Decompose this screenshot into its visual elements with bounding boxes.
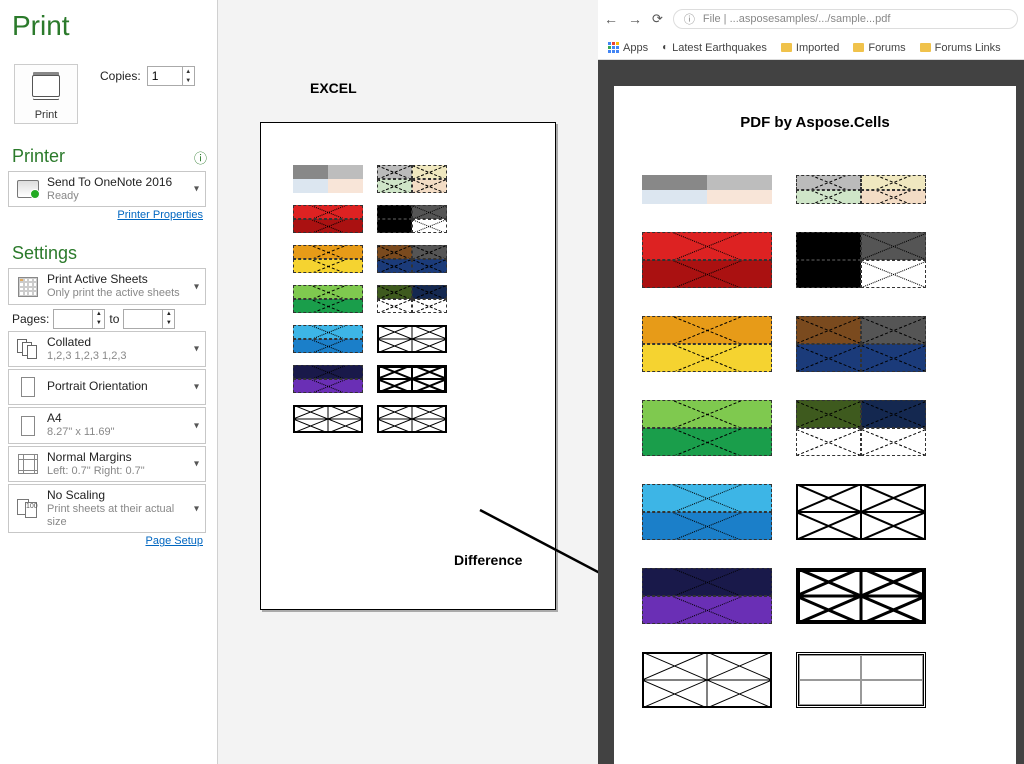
swatch <box>377 205 447 233</box>
swatch <box>642 568 772 624</box>
swatch <box>642 175 772 204</box>
swatch <box>796 400 926 456</box>
swatch <box>293 405 363 433</box>
no-scaling-icon: 100 <box>17 499 39 519</box>
collate-icon <box>17 339 39 359</box>
swatch <box>642 652 772 708</box>
print-preview-area: EXCEL <box>218 0 598 764</box>
portrait-icon <box>21 377 35 397</box>
settings-section-head: Settings <box>12 243 209 264</box>
print-backstage-panel: Print Print Copies: ▲▼ Printer ⓘ Send To… <box>0 0 218 764</box>
swatch <box>293 325 363 353</box>
preview-page <box>260 122 556 610</box>
swatch <box>377 405 447 433</box>
swatch <box>377 325 447 353</box>
difference-label: Difference <box>454 552 522 568</box>
copies-stepper[interactable]: ▲▼ <box>147 66 195 86</box>
swatch-difference <box>796 652 926 708</box>
copies-label: Copies: <box>100 69 141 83</box>
pdf-viewer-page: PDF by Aspose.Cells <box>614 86 1016 764</box>
margins-select[interactable]: Normal MarginsLeft: 0.7" Right: 0.7" <box>8 446 206 482</box>
url-bar[interactable]: ⓘFile | ...asposesamples/.../sample...pd… <box>673 9 1018 29</box>
swatch <box>796 232 926 288</box>
swatch <box>796 175 926 204</box>
swatch <box>377 285 447 313</box>
browser-toolbar: ← → ⟳ ⓘFile | ...asposesamples/.../sampl… <box>598 0 1024 38</box>
swatch <box>293 365 363 393</box>
print-what-select[interactable]: Print Active SheetsOnly print the active… <box>8 268 206 304</box>
bookmark-item[interactable]: ◐Latest Earthquakes <box>662 42 767 54</box>
browser-window: ← → ⟳ ⓘFile | ...asposesamples/.../sampl… <box>598 0 1024 764</box>
copies-input[interactable] <box>148 67 182 85</box>
pdf-title: PDF by Aspose.Cells <box>642 114 988 131</box>
reload-button[interactable]: ⟳ <box>652 11 663 27</box>
scaling-select[interactable]: 100 No ScalingPrint sheets at their actu… <box>8 484 206 533</box>
pages-from-stepper[interactable]: ▲▼ <box>53 309 105 329</box>
collate-select[interactable]: Collated1,2,3 1,2,3 1,2,3 <box>8 331 206 367</box>
swatch <box>796 484 926 540</box>
forward-button[interactable]: → <box>628 11 642 27</box>
swatch <box>377 165 447 193</box>
swatch <box>642 484 772 540</box>
sheets-icon <box>18 277 38 297</box>
swatch <box>796 568 926 624</box>
bookmark-item[interactable]: Imported <box>781 42 839 54</box>
printer-section-head: Printer ⓘ <box>12 146 209 167</box>
margins-icon <box>18 454 38 474</box>
swatch <box>642 316 772 372</box>
pages-to-stepper[interactable]: ▲▼ <box>123 309 175 329</box>
swatch <box>293 205 363 233</box>
bookmark-item[interactable]: Forums <box>853 42 905 54</box>
swatch <box>293 285 363 313</box>
swatch <box>293 165 363 193</box>
excel-label: EXCEL <box>310 80 357 96</box>
pages-label: Pages: <box>12 312 49 326</box>
page-setup-link[interactable]: Page Setup <box>8 535 203 547</box>
page-title: Print <box>12 10 209 42</box>
info-icon[interactable]: ⓘ <box>194 148 207 167</box>
printer-status-icon <box>17 180 39 198</box>
paper-size-select[interactable]: A48.27" x 11.69" <box>8 407 206 443</box>
bookmark-item[interactable]: Forums Links <box>920 42 1001 54</box>
swatch <box>642 400 772 456</box>
printer-properties-link[interactable]: Printer Properties <box>8 209 203 221</box>
apps-button[interactable]: Apps <box>608 42 648 54</box>
page-icon <box>21 416 35 436</box>
printer-icon <box>32 75 60 97</box>
swatch <box>796 316 926 372</box>
swatch <box>293 245 363 273</box>
print-button[interactable]: Print <box>14 64 78 124</box>
swatch <box>642 232 772 288</box>
swatch <box>377 245 447 273</box>
bookmarks-bar: Apps ◐Latest Earthquakes Imported Forums… <box>598 36 1024 60</box>
swatch <box>377 365 447 393</box>
copies-down[interactable]: ▼ <box>183 76 194 85</box>
orientation-select[interactable]: Portrait Orientation <box>8 369 206 405</box>
back-button[interactable]: ← <box>604 11 618 27</box>
copies-up[interactable]: ▲ <box>183 67 194 76</box>
printer-select[interactable]: Send To OneNote 2016Ready <box>8 171 206 207</box>
